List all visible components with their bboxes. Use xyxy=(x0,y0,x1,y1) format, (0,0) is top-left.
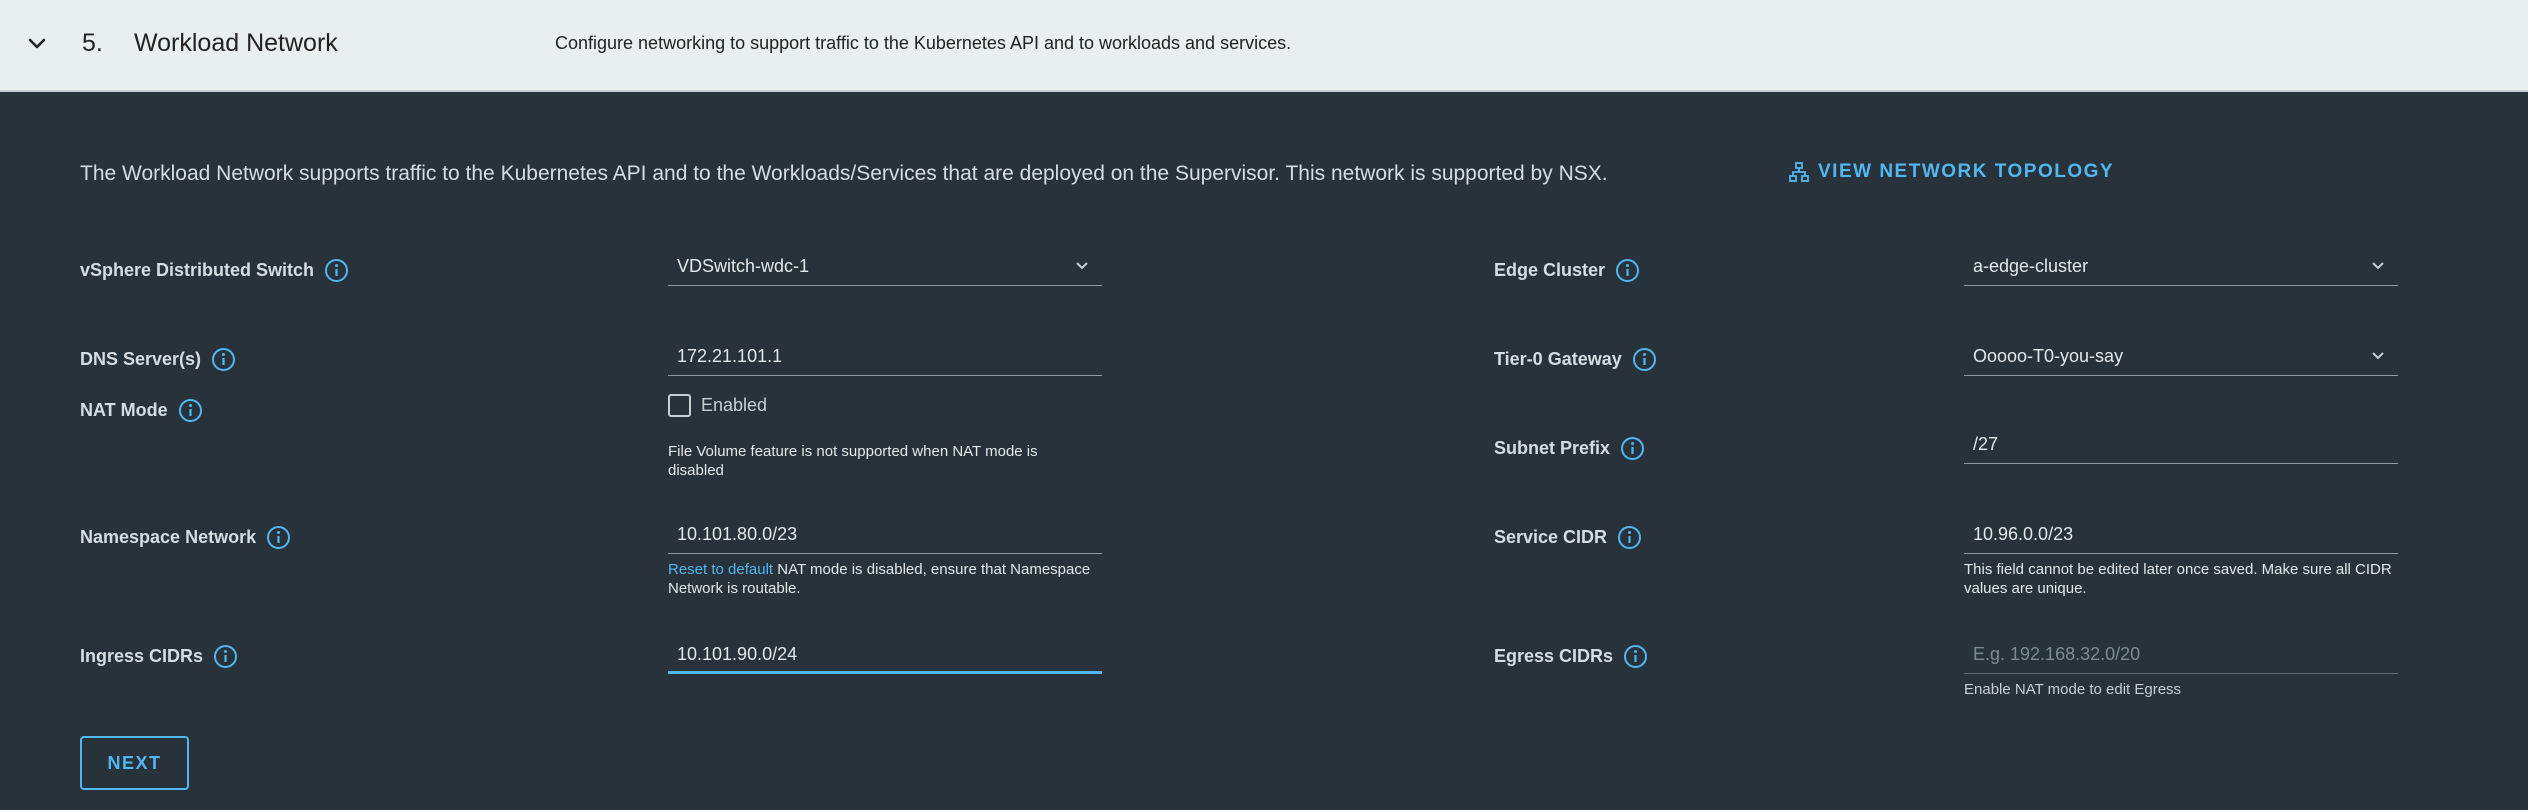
topology-icon xyxy=(1789,162,1809,182)
edge-cluster-value: a-edge-cluster xyxy=(1973,256,2089,276)
nat-mode-label: NAT Mode xyxy=(80,398,203,423)
ingress-cidrs-value: 10.101.90.0/24 xyxy=(677,644,798,664)
info-icon[interactable] xyxy=(266,525,291,550)
subnet-prefix-input[interactable]: /27 xyxy=(1964,424,2398,464)
edge-cluster-label: Edge Cluster xyxy=(1494,258,1640,283)
step-header[interactable]: 5. Workload Network Configure networking… xyxy=(0,0,2528,92)
vds-select[interactable]: VDSwitch-wdc-1 xyxy=(668,246,1102,286)
view-network-topology-label: VIEW NETWORK TOPOLOGY xyxy=(1818,161,2115,182)
chevron-down-icon xyxy=(2372,262,2384,270)
dns-label: DNS Server(s) xyxy=(80,347,236,372)
tier0-gateway-select[interactable]: Ooooo-T0-you-say xyxy=(1964,336,2398,376)
egress-cidrs-input[interactable] xyxy=(1964,634,2398,673)
nat-mode-checkbox-row[interactable]: Enabled xyxy=(668,394,767,417)
info-icon[interactable] xyxy=(1617,525,1642,550)
service-cidr-helper: This field cannot be edited later once s… xyxy=(1964,561,2392,597)
nat-mode-checkbox[interactable] xyxy=(668,394,691,417)
chevron-down-icon xyxy=(1076,262,1088,270)
edge-cluster-select[interactable]: a-edge-cluster xyxy=(1964,246,2398,286)
info-icon[interactable] xyxy=(1632,347,1657,372)
ingress-cidrs-input[interactable]: 10.101.90.0/24 xyxy=(668,634,1102,674)
info-icon[interactable] xyxy=(211,347,236,372)
namespace-network-helper: Reset to default NAT mode is disabled, e… xyxy=(668,560,1108,598)
intro-text: The Workload Network supports traffic to… xyxy=(80,162,1608,185)
dns-input[interactable]: 172.21.101.1 xyxy=(668,336,1102,376)
step-title: Workload Network xyxy=(134,29,338,57)
nat-mode-checkbox-label: Enabled xyxy=(701,395,768,415)
namespace-network-label: Namespace Network xyxy=(80,525,291,550)
namespace-network-value: 10.101.80.0/23 xyxy=(677,524,798,544)
subnet-prefix-value: /27 xyxy=(1973,434,1999,454)
step-description: Configure networking to support traffic … xyxy=(555,33,1292,53)
service-cidr-input[interactable]: 10.96.0.0/23 xyxy=(1964,514,2398,554)
info-icon[interactable] xyxy=(213,644,238,669)
info-icon[interactable] xyxy=(1623,644,1648,669)
chevron-down-icon[interactable] xyxy=(26,32,48,54)
view-network-topology-link[interactable]: VIEW NETWORK TOPOLOGY xyxy=(1788,161,2114,183)
info-icon[interactable] xyxy=(1615,258,1640,283)
egress-cidrs-helper: Enable NAT mode to edit Egress xyxy=(1964,681,2182,698)
nat-mode-helper: File Volume feature is not supported whe… xyxy=(668,443,1038,479)
info-icon[interactable] xyxy=(1620,436,1645,461)
info-icon[interactable] xyxy=(324,258,349,283)
next-button[interactable]: NEXT xyxy=(80,736,189,790)
vds-label: vSphere Distributed Switch xyxy=(80,258,349,283)
info-icon[interactable] xyxy=(178,398,203,423)
subnet-prefix-label: Subnet Prefix xyxy=(1494,436,1645,461)
step-number: 5. xyxy=(82,29,103,57)
ingress-cidrs-label: Ingress CIDRs xyxy=(80,644,238,669)
egress-cidrs-field[interactable] xyxy=(1964,634,2398,674)
service-cidr-value: 10.96.0.0/23 xyxy=(1973,524,2074,544)
egress-cidrs-label: Egress CIDRs xyxy=(1494,644,1648,669)
service-cidr-label: Service CIDR xyxy=(1494,525,1642,550)
reset-to-default-link[interactable]: Reset to default xyxy=(668,561,773,578)
namespace-network-input[interactable]: 10.101.80.0/23 xyxy=(668,514,1102,554)
dns-value: 172.21.101.1 xyxy=(677,346,783,366)
chevron-down-icon xyxy=(2372,352,2384,360)
tier0-gateway-label: Tier-0 Gateway xyxy=(1494,347,1657,372)
vds-value: VDSwitch-wdc-1 xyxy=(677,256,810,276)
tier0-gateway-value: Ooooo-T0-you-say xyxy=(1973,346,2124,366)
